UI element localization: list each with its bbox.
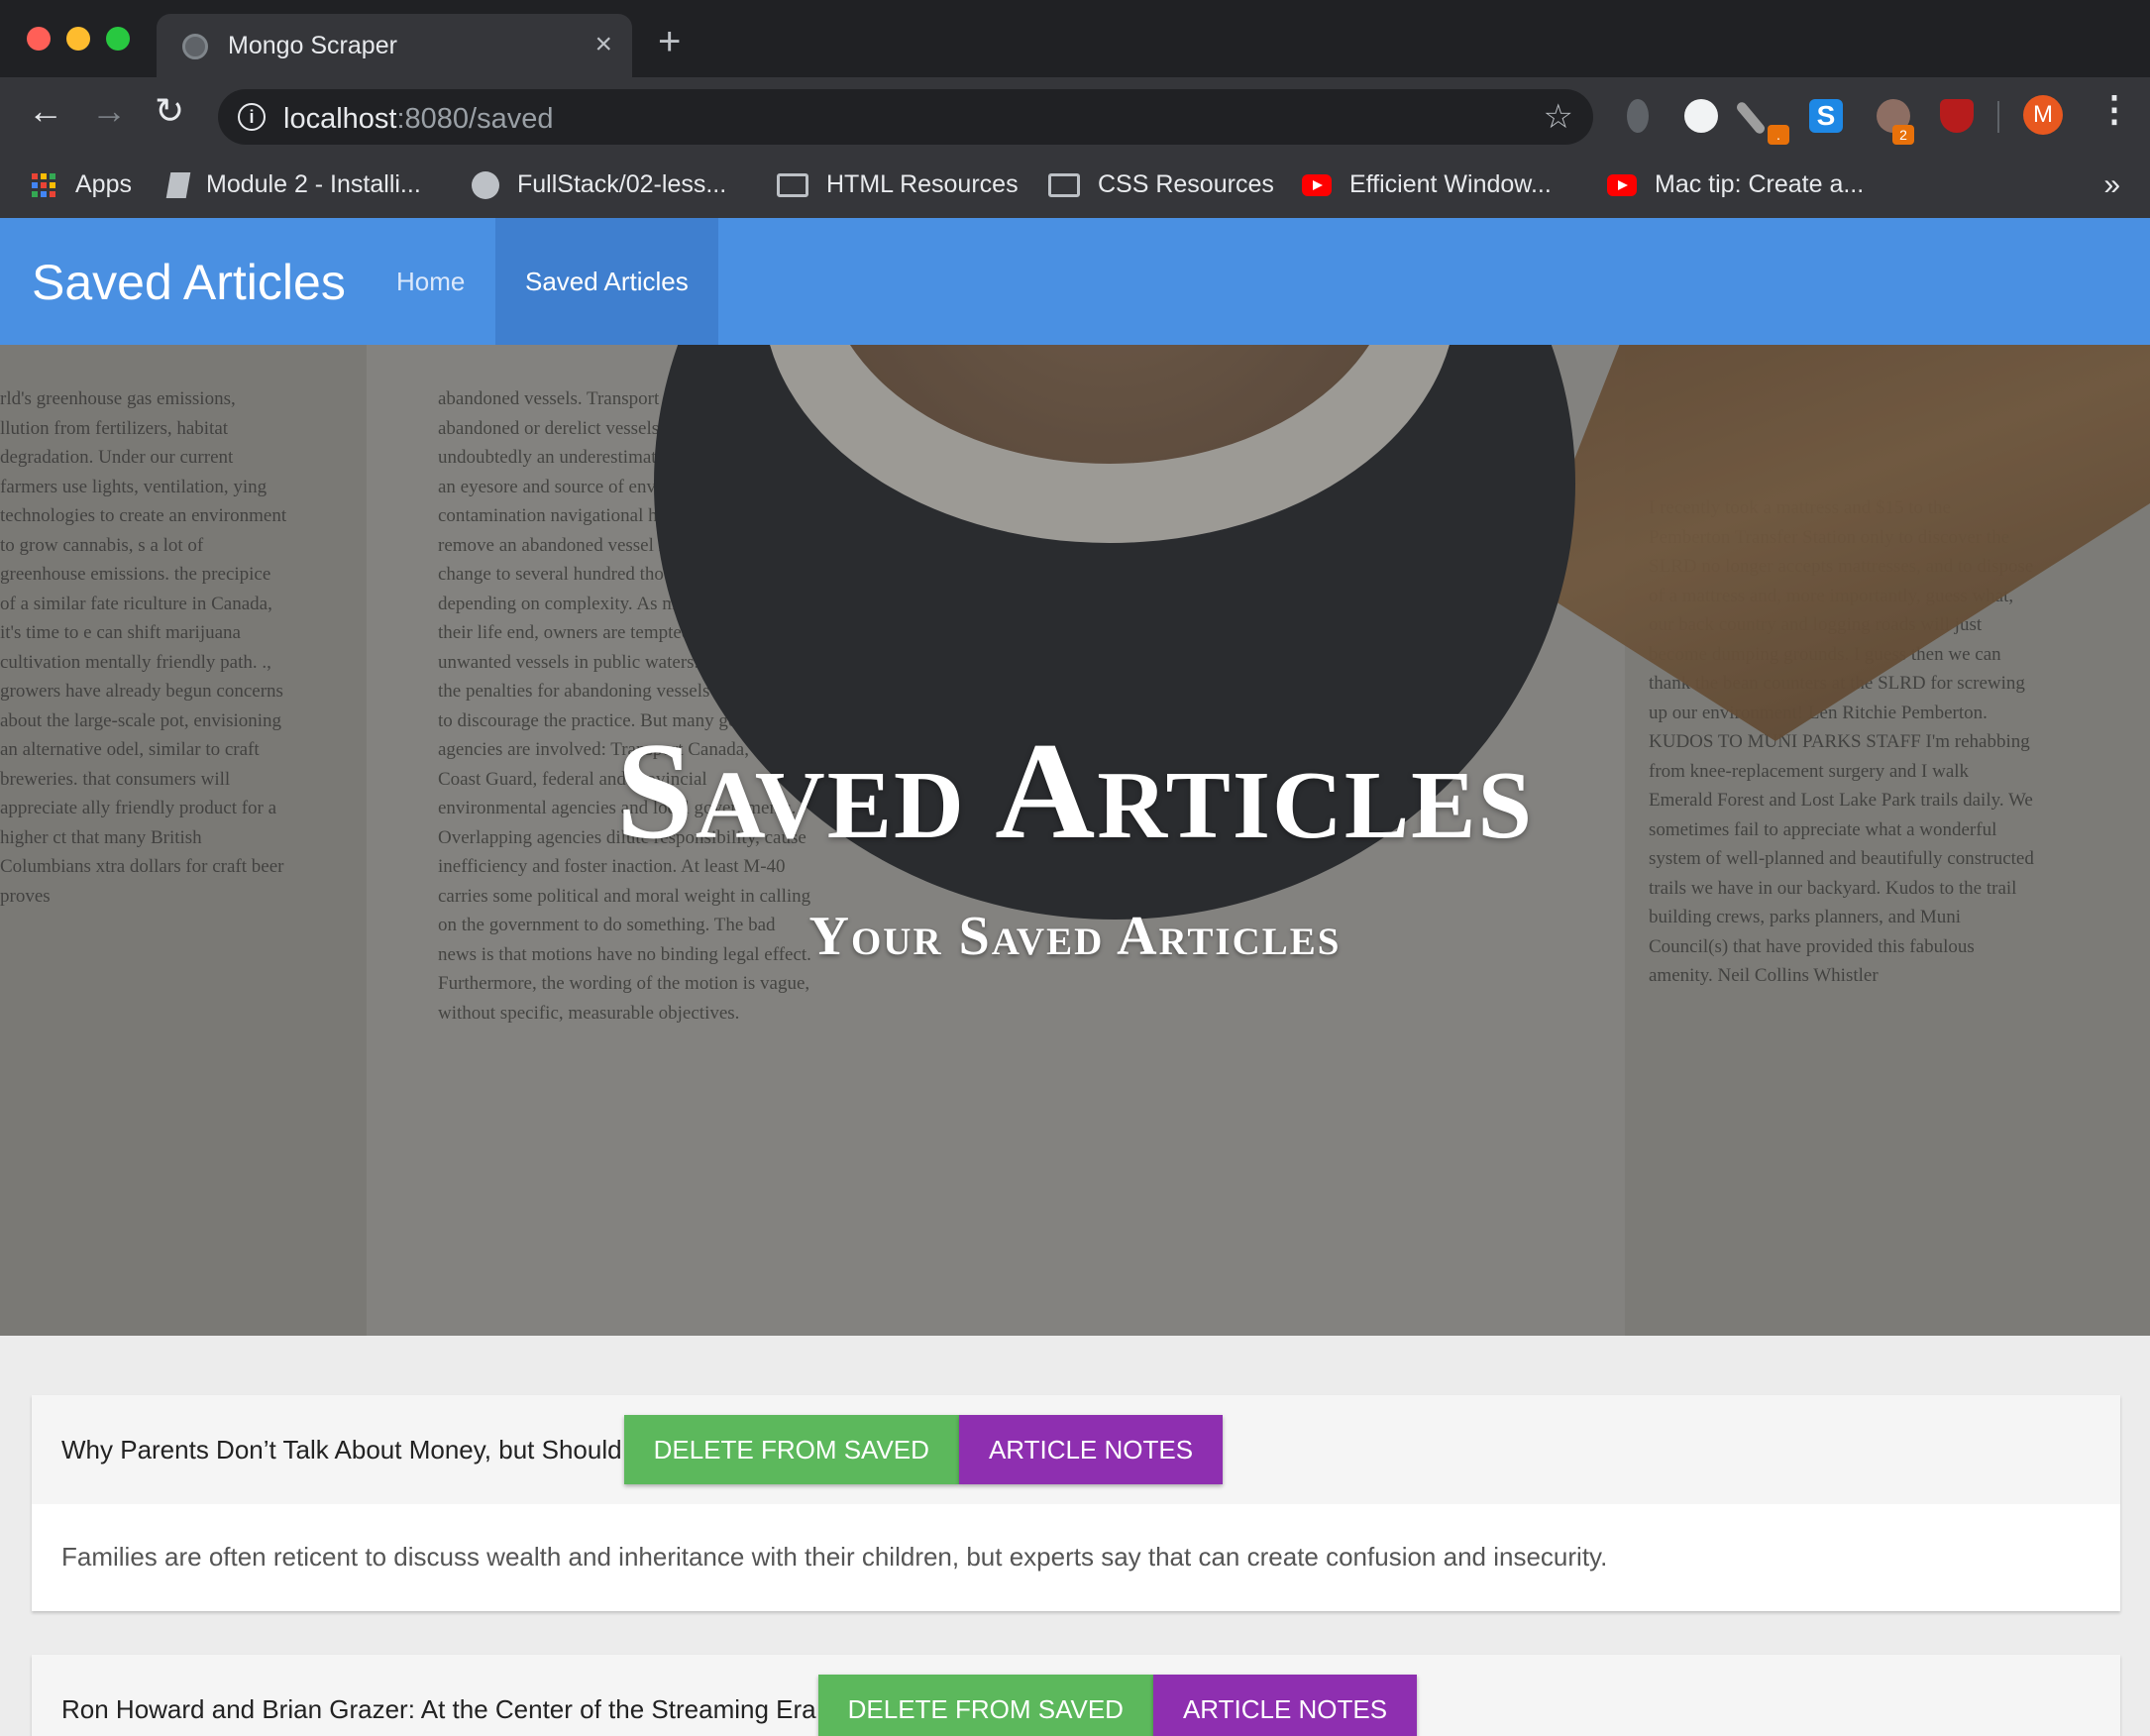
profile-avatar[interactable]: M bbox=[2023, 95, 2063, 135]
article-header: Ron Howard and Brian Grazer: At the Cent… bbox=[32, 1655, 2120, 1736]
folder-icon bbox=[1048, 172, 1080, 197]
bookmark-module-2[interactable]: Module 2 - Installi... bbox=[165, 170, 421, 199]
youtube-icon bbox=[1607, 173, 1637, 196]
url-path: :8080/saved bbox=[396, 103, 554, 135]
article-notes-button[interactable]: Article Notes bbox=[1152, 1675, 1418, 1736]
extension-s-icon[interactable]: S bbox=[1809, 99, 1843, 133]
bookmarks-bar: Apps Module 2 - Installi... FullStack/02… bbox=[0, 157, 2150, 218]
bookmark-label: Efficient Window... bbox=[1349, 170, 1552, 198]
article-card: Ron Howard and Brian Grazer: At the Cent… bbox=[32, 1655, 2120, 1736]
extension-badge: . bbox=[1768, 125, 1789, 145]
extension-pen-icon[interactable] bbox=[1734, 100, 1768, 136]
nav-link-saved-articles[interactable]: Saved Articles bbox=[495, 218, 718, 345]
bookmark-efficient-window[interactable]: Efficient Window... bbox=[1302, 170, 1552, 199]
article-header: Why Parents Don’t Talk About Money, but … bbox=[32, 1395, 2120, 1504]
hero-subtitle: Your Saved Articles bbox=[808, 906, 1342, 967]
book-icon bbox=[165, 171, 191, 198]
ublock-shield-icon[interactable] bbox=[1940, 99, 1974, 133]
bookmark-label: CSS Resources bbox=[1098, 170, 1274, 198]
web-page: Saved Articles Home Saved Articles rld's… bbox=[0, 218, 2150, 1736]
nav-link-home[interactable]: Home bbox=[367, 218, 494, 345]
delete-from-saved-button[interactable]: Delete From Saved bbox=[817, 1675, 1153, 1736]
url-text[interactable]: localhost:8080/saved bbox=[283, 103, 553, 136]
new-tab-button[interactable]: + bbox=[658, 22, 681, 61]
more-bookmarks-icon[interactable]: » bbox=[2103, 168, 2120, 202]
apps-icon bbox=[32, 172, 55, 197]
minimize-window-button[interactable] bbox=[66, 27, 90, 51]
browser-chrome: Mongo Scraper × + ← → ↻ i localhost:8080… bbox=[0, 0, 2150, 218]
hero-banner: rld's greenhouse gas emissions, llution … bbox=[0, 345, 2150, 1336]
browser-toolbar: ← → ↻ i localhost:8080/saved ☆ . S 2 M ⋮ bbox=[0, 77, 2150, 157]
tab-title: Mongo Scraper bbox=[228, 32, 397, 59]
bookmark-mac-tip[interactable]: Mac tip: Create a... bbox=[1607, 170, 1864, 199]
bookmark-label: Apps bbox=[75, 170, 132, 198]
bookmark-label: Module 2 - Installi... bbox=[206, 170, 421, 198]
site-navbar: Saved Articles Home Saved Articles bbox=[0, 218, 2150, 345]
article-card: Why Parents Don’t Talk About Money, but … bbox=[32, 1395, 2120, 1611]
article-notes-button[interactable]: Article Notes bbox=[958, 1415, 1224, 1484]
browser-tab[interactable]: Mongo Scraper × bbox=[157, 14, 632, 77]
bookmark-star-icon[interactable]: ☆ bbox=[1544, 97, 1573, 137]
youtube-icon bbox=[1302, 173, 1332, 196]
github-icon bbox=[472, 170, 499, 199]
globe-icon bbox=[182, 34, 208, 59]
close-tab-icon[interactable]: × bbox=[594, 28, 612, 61]
back-arrow-icon[interactable]: ← bbox=[28, 93, 63, 129]
toolbar-divider bbox=[1997, 101, 1999, 133]
close-window-button[interactable] bbox=[27, 27, 51, 51]
article-title[interactable]: Why Parents Don’t Talk About Money, but … bbox=[61, 1435, 622, 1465]
extension-icon[interactable] bbox=[1627, 99, 1649, 133]
bookmark-css-resources[interactable]: CSS Resources bbox=[1048, 170, 1274, 199]
forward-arrow-icon[interactable]: → bbox=[91, 93, 127, 129]
delete-from-saved-button[interactable]: Delete From Saved bbox=[623, 1415, 959, 1484]
url-host: localhost bbox=[283, 103, 397, 135]
reload-icon[interactable]: ↻ bbox=[155, 93, 184, 129]
bookmark-label: Mac tip: Create a... bbox=[1655, 170, 1865, 198]
bookmark-apps[interactable]: Apps bbox=[32, 170, 132, 199]
address-bar[interactable]: i localhost:8080/saved ☆ bbox=[218, 89, 1593, 145]
bookmark-label: FullStack/02-less... bbox=[517, 170, 727, 198]
article-title[interactable]: Ron Howard and Brian Grazer: At the Cent… bbox=[61, 1694, 816, 1725]
extension-json-icon[interactable] bbox=[1684, 99, 1718, 133]
maximize-window-button[interactable] bbox=[106, 27, 130, 51]
bookmark-html-resources[interactable]: HTML Resources bbox=[777, 170, 1019, 199]
brand-logo[interactable]: Saved Articles bbox=[32, 254, 346, 311]
bookmark-fullstack[interactable]: FullStack/02-less... bbox=[472, 170, 726, 199]
article-summary: Families are often reticent to discuss w… bbox=[61, 1542, 1608, 1572]
tab-strip: Mongo Scraper × + bbox=[0, 0, 2150, 77]
folder-icon bbox=[777, 172, 808, 197]
more-menu-icon[interactable]: ⋮ bbox=[2096, 91, 2132, 127]
bookmark-label: HTML Resources bbox=[826, 170, 1019, 198]
info-icon[interactable]: i bbox=[238, 103, 266, 131]
extension-badge-count: 2 bbox=[1892, 125, 1914, 145]
hero-title: Saved Articles bbox=[615, 714, 1535, 868]
